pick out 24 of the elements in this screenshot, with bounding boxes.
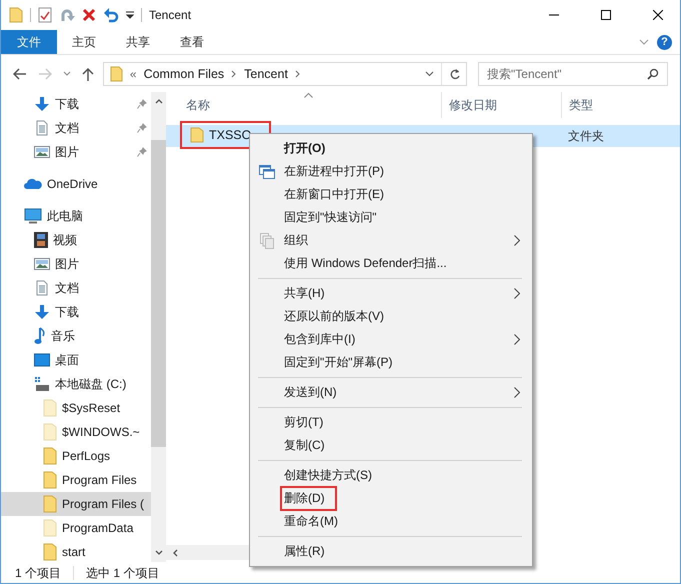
nav-label: 视频 bbox=[53, 232, 77, 248]
nav-label: 文档 bbox=[55, 120, 79, 136]
window-title: Tencent bbox=[149, 8, 192, 22]
nav-label: 下载 bbox=[55, 96, 79, 112]
nav-label: Program Files bbox=[62, 473, 137, 487]
nav-label: 音乐 bbox=[51, 328, 75, 344]
nav-label: 图片 bbox=[55, 144, 79, 160]
nav-label: 此电脑 bbox=[47, 208, 83, 224]
nav-label: 文档 bbox=[55, 280, 79, 296]
item-count: 1 个项目 bbox=[15, 564, 62, 582]
nav-label: start bbox=[62, 545, 86, 559]
nav-label: 桌面 bbox=[55, 352, 79, 368]
nav-label: ProgramData bbox=[62, 521, 134, 535]
file-type: 文件夹 bbox=[568, 128, 604, 144]
file-name: TXSSO bbox=[209, 128, 252, 142]
nav-label: 图片 bbox=[55, 256, 79, 272]
nav-label: $WINDOWS.~ bbox=[62, 425, 140, 439]
nav-label: PerfLogs bbox=[62, 449, 110, 463]
nav-label: OneDrive bbox=[47, 177, 98, 191]
nav-label: $SysReset bbox=[62, 401, 120, 415]
nav-label: 本地磁盘 (C:) bbox=[55, 376, 126, 392]
nav-label: 下载 bbox=[55, 304, 79, 320]
selection-count: 选中 1 个项目 bbox=[86, 564, 160, 582]
nav-label: Program Files ( bbox=[62, 497, 144, 511]
